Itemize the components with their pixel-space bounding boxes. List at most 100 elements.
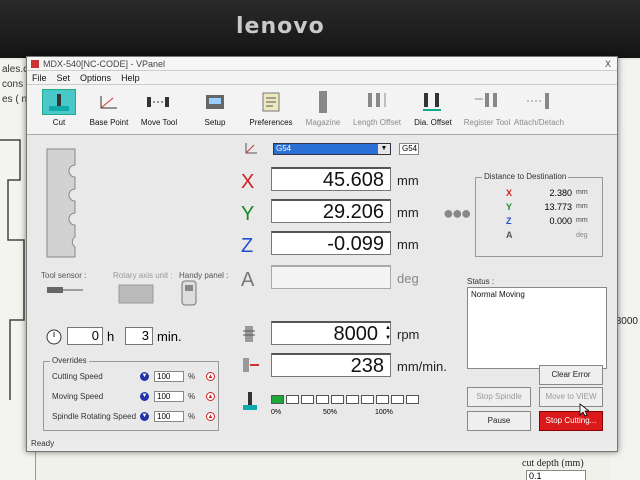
preferences-icon	[254, 89, 288, 115]
cut-progress-icon	[243, 392, 257, 410]
axis-x-value: 45.608	[271, 167, 391, 191]
cutting-speed-up-button[interactable]: ▲	[206, 372, 215, 381]
handy-panel-icon	[181, 280, 197, 306]
progress-cell	[316, 395, 329, 404]
spindle-speed-field[interactable]: 100	[154, 411, 184, 422]
status-bar: Ready	[27, 439, 617, 451]
feed-unit: mm/min.	[397, 359, 447, 374]
dist-x-unit: mm	[576, 189, 588, 196]
spindle-speed-label: Spindle Rotating Speed	[52, 412, 137, 421]
menu-options[interactable]: Options	[75, 73, 116, 83]
attach-detach-label: Attach/Detach	[513, 118, 565, 127]
cutting-speed-field[interactable]: 100	[154, 371, 184, 382]
app-icon	[31, 59, 39, 68]
title-bar[interactable]: MDX-540[NC-CODE] - VPanel X	[27, 57, 617, 71]
moving-speed-up-button[interactable]: ▲	[206, 392, 215, 401]
length-offset-icon	[360, 89, 394, 115]
length-offset-button[interactable]: Length Offset	[345, 87, 409, 133]
background-window-bottom: cut depth (mm) 0.1	[36, 452, 610, 480]
axis-a-label: A	[241, 269, 255, 291]
dist-z-unit: mm	[576, 217, 588, 224]
register-tool-icon	[470, 89, 504, 115]
setup-label: Setup	[204, 118, 226, 127]
progress-cell	[346, 395, 359, 404]
dist-y-value: 13.773	[544, 202, 572, 212]
moving-speed-down-button[interactable]: ▼	[140, 392, 149, 401]
attach-detach-button[interactable]: Attach/Detach	[507, 87, 571, 133]
axis-y-label: Y	[241, 203, 255, 225]
spindle-speed-up-button[interactable]: ▲	[206, 412, 215, 421]
spindle-spin-icon[interactable]: ▲ ▼	[385, 323, 391, 343]
overrides-title: Overrides	[50, 356, 89, 365]
minutes-field[interactable]: 3	[125, 327, 153, 345]
attach-detach-icon	[522, 89, 556, 115]
status-box: Normal Moving	[467, 287, 607, 369]
cutting-speed-label: Cutting Speed	[52, 372, 103, 381]
overrides-group: Overrides Cutting Speed ▼ 100 % ▲ Moving…	[43, 356, 219, 431]
tool-magazine-graphic	[46, 148, 76, 258]
cut-icon	[42, 89, 76, 115]
move-tool-icon	[142, 89, 176, 115]
dropdown-arrow-icon[interactable]: ▼	[378, 144, 390, 154]
rotary-axis-label: Rotary axis unit :	[113, 271, 173, 280]
dist-y-axis: Y	[506, 202, 513, 212]
magazine-icon	[306, 89, 340, 115]
bg-cut-depth-field[interactable]: 0.1	[526, 470, 586, 480]
dist-a-unit: deg	[576, 232, 588, 239]
stop-spindle-button[interactable]: Stop Spindle	[467, 387, 531, 407]
clear-error-button[interactable]: Clear Error	[539, 365, 603, 385]
coordinate-icon	[245, 143, 257, 154]
progress-cell	[271, 395, 284, 404]
axis-z-label: Z	[241, 235, 254, 257]
close-button[interactable]: X	[605, 59, 611, 69]
move-tool-button[interactable]: Move Tool	[127, 87, 191, 133]
axis-y-unit: mm	[397, 205, 419, 220]
stop-cutting-button[interactable]: Stop Cutting...	[539, 411, 603, 431]
cutting-speed-unit: %	[188, 372, 196, 381]
feed-icon	[243, 358, 259, 372]
hours-field[interactable]: 0	[67, 327, 103, 345]
status-label: Status :	[467, 277, 495, 286]
dist-z-axis: Z	[506, 216, 512, 226]
rotary-axis-icon	[118, 284, 154, 304]
dist-z-value: 0.000	[549, 216, 572, 226]
distance-group: Distance to Destination X 2.380 mm Y 13.…	[475, 172, 603, 257]
moving-speed-label: Moving Speed	[52, 392, 104, 401]
minutes-unit: min.	[157, 329, 182, 344]
moving-speed-field[interactable]: 100	[154, 391, 184, 402]
monitor-bezel: lenovo	[0, 0, 640, 58]
dist-x-axis: X	[506, 188, 513, 198]
moving-speed-unit: %	[188, 392, 196, 401]
menu-set[interactable]: Set	[52, 73, 76, 83]
axis-a-value	[271, 265, 391, 289]
spindle-speed-down-button[interactable]: ▼	[140, 412, 149, 421]
progress-cell	[331, 395, 344, 404]
progress-label-0: 0%	[271, 409, 282, 416]
timer-icon	[46, 329, 62, 345]
tool-sensor-label: Tool sensor :	[41, 271, 87, 280]
menu-bar: File Set Options Help	[27, 71, 617, 85]
hours-unit: h	[107, 329, 115, 344]
move-to-view-button[interactable]: Move to VIEW	[539, 387, 603, 407]
menu-help[interactable]: Help	[116, 73, 145, 83]
base-point-icon	[92, 89, 126, 115]
status-text: Normal Moving	[471, 290, 525, 299]
more-dots-icon: ●●●	[443, 203, 472, 223]
bg-text: 8000	[615, 316, 638, 327]
spindle-unit: rpm	[397, 327, 420, 342]
progress-label-50: 50%	[323, 409, 338, 416]
pause-button[interactable]: Pause	[467, 411, 531, 431]
setup-button[interactable]: Setup	[183, 87, 247, 133]
bg-cut-depth-label: cut depth (mm)	[522, 458, 584, 469]
setup-icon	[198, 89, 232, 115]
menu-file[interactable]: File	[27, 73, 52, 83]
cutting-speed-down-button[interactable]: ▼	[140, 372, 149, 381]
axis-z-unit: mm	[397, 237, 419, 252]
coordinate-code: G54	[399, 143, 419, 155]
brand-logo: lenovo	[236, 14, 325, 39]
spindle-speed-unit: %	[188, 412, 196, 421]
axis-a-unit: deg	[397, 271, 419, 286]
spindle-speed-value[interactable]: 8000	[271, 321, 391, 345]
progress-cell	[286, 395, 299, 404]
coordinate-system-dropdown[interactable]: G54 ▼	[273, 143, 391, 155]
